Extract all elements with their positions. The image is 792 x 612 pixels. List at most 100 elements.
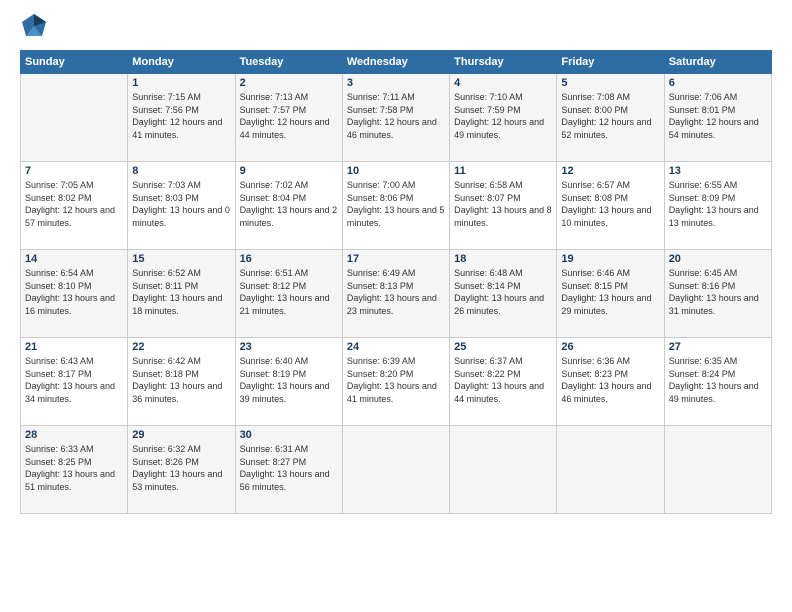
sunrise-text: Sunrise: 6:57 AM	[561, 179, 659, 192]
calendar-cell: 6 Sunrise: 7:06 AM Sunset: 8:01 PM Dayli…	[664, 74, 771, 162]
sunrise-text: Sunrise: 7:00 AM	[347, 179, 445, 192]
cell-text: Sunrise: 6:36 AM Sunset: 8:23 PM Dayligh…	[561, 355, 659, 405]
calendar-cell: 17 Sunrise: 6:49 AM Sunset: 8:13 PM Dayl…	[342, 250, 449, 338]
daylight-text: Daylight: 13 hours and 10 minutes.	[561, 204, 659, 229]
calendar-cell: 26 Sunrise: 6:36 AM Sunset: 8:23 PM Dayl…	[557, 338, 664, 426]
calendar-cell	[664, 426, 771, 514]
day-number: 1	[132, 77, 230, 89]
calendar-week-row: 1 Sunrise: 7:15 AM Sunset: 7:56 PM Dayli…	[21, 74, 772, 162]
sunrise-text: Sunrise: 7:15 AM	[132, 91, 230, 104]
calendar-cell: 5 Sunrise: 7:08 AM Sunset: 8:00 PM Dayli…	[557, 74, 664, 162]
day-number: 3	[347, 77, 445, 89]
cell-text: Sunrise: 6:37 AM Sunset: 8:22 PM Dayligh…	[454, 355, 552, 405]
daylight-text: Daylight: 12 hours and 52 minutes.	[561, 116, 659, 141]
calendar-cell: 7 Sunrise: 7:05 AM Sunset: 8:02 PM Dayli…	[21, 162, 128, 250]
header	[20, 16, 772, 40]
cell-text: Sunrise: 7:08 AM Sunset: 8:00 PM Dayligh…	[561, 91, 659, 141]
sunset-text: Sunset: 8:18 PM	[132, 368, 230, 381]
day-number: 9	[240, 165, 338, 177]
calendar-cell: 30 Sunrise: 6:31 AM Sunset: 8:27 PM Dayl…	[235, 426, 342, 514]
sunset-text: Sunset: 8:13 PM	[347, 280, 445, 293]
day-number: 14	[25, 253, 123, 265]
sunset-text: Sunset: 7:57 PM	[240, 104, 338, 117]
sunrise-text: Sunrise: 6:35 AM	[669, 355, 767, 368]
sunrise-text: Sunrise: 7:08 AM	[561, 91, 659, 104]
sunrise-text: Sunrise: 7:06 AM	[669, 91, 767, 104]
sunrise-text: Sunrise: 7:03 AM	[132, 179, 230, 192]
sunrise-text: Sunrise: 6:52 AM	[132, 267, 230, 280]
calendar-cell: 15 Sunrise: 6:52 AM Sunset: 8:11 PM Dayl…	[128, 250, 235, 338]
cell-text: Sunrise: 7:06 AM Sunset: 8:01 PM Dayligh…	[669, 91, 767, 141]
day-number: 16	[240, 253, 338, 265]
cell-text: Sunrise: 7:13 AM Sunset: 7:57 PM Dayligh…	[240, 91, 338, 141]
daylight-text: Daylight: 13 hours and 18 minutes.	[132, 292, 230, 317]
day-number: 11	[454, 165, 552, 177]
sunrise-text: Sunrise: 7:10 AM	[454, 91, 552, 104]
sunrise-text: Sunrise: 6:45 AM	[669, 267, 767, 280]
sunrise-text: Sunrise: 6:36 AM	[561, 355, 659, 368]
col-saturday: Saturday	[664, 51, 771, 74]
cell-text: Sunrise: 6:33 AM Sunset: 8:25 PM Dayligh…	[25, 443, 123, 493]
sunset-text: Sunset: 8:17 PM	[25, 368, 123, 381]
daylight-text: Daylight: 12 hours and 41 minutes.	[132, 116, 230, 141]
sunset-text: Sunset: 8:24 PM	[669, 368, 767, 381]
sunrise-text: Sunrise: 6:49 AM	[347, 267, 445, 280]
day-number: 8	[132, 165, 230, 177]
sunset-text: Sunset: 8:19 PM	[240, 368, 338, 381]
daylight-text: Daylight: 12 hours and 57 minutes.	[25, 204, 123, 229]
day-number: 15	[132, 253, 230, 265]
calendar-cell: 27 Sunrise: 6:35 AM Sunset: 8:24 PM Dayl…	[664, 338, 771, 426]
day-number: 28	[25, 429, 123, 441]
day-number: 27	[669, 341, 767, 353]
col-monday: Monday	[128, 51, 235, 74]
daylight-text: Daylight: 13 hours and 2 minutes.	[240, 204, 338, 229]
sunset-text: Sunset: 8:07 PM	[454, 192, 552, 205]
calendar-cell: 4 Sunrise: 7:10 AM Sunset: 7:59 PM Dayli…	[450, 74, 557, 162]
sunset-text: Sunset: 8:26 PM	[132, 456, 230, 469]
day-number: 17	[347, 253, 445, 265]
sunrise-text: Sunrise: 6:33 AM	[25, 443, 123, 456]
day-number: 10	[347, 165, 445, 177]
day-number: 30	[240, 429, 338, 441]
daylight-text: Daylight: 13 hours and 26 minutes.	[454, 292, 552, 317]
col-thursday: Thursday	[450, 51, 557, 74]
daylight-text: Daylight: 12 hours and 49 minutes.	[454, 116, 552, 141]
sunrise-text: Sunrise: 6:55 AM	[669, 179, 767, 192]
cell-text: Sunrise: 6:32 AM Sunset: 8:26 PM Dayligh…	[132, 443, 230, 493]
sunrise-text: Sunrise: 6:40 AM	[240, 355, 338, 368]
calendar-cell: 8 Sunrise: 7:03 AM Sunset: 8:03 PM Dayli…	[128, 162, 235, 250]
daylight-text: Daylight: 13 hours and 39 minutes.	[240, 380, 338, 405]
daylight-text: Daylight: 13 hours and 46 minutes.	[561, 380, 659, 405]
day-number: 18	[454, 253, 552, 265]
sunset-text: Sunset: 8:11 PM	[132, 280, 230, 293]
col-friday: Friday	[557, 51, 664, 74]
day-number: 26	[561, 341, 659, 353]
logo-icon	[20, 12, 48, 40]
calendar-cell: 13 Sunrise: 6:55 AM Sunset: 8:09 PM Dayl…	[664, 162, 771, 250]
day-number: 6	[669, 77, 767, 89]
sunrise-text: Sunrise: 6:37 AM	[454, 355, 552, 368]
cell-text: Sunrise: 6:51 AM Sunset: 8:12 PM Dayligh…	[240, 267, 338, 317]
day-number: 25	[454, 341, 552, 353]
sunrise-text: Sunrise: 7:02 AM	[240, 179, 338, 192]
calendar-page: Sunday Monday Tuesday Wednesday Thursday…	[0, 0, 792, 612]
calendar-week-row: 21 Sunrise: 6:43 AM Sunset: 8:17 PM Dayl…	[21, 338, 772, 426]
cell-text: Sunrise: 7:11 AM Sunset: 7:58 PM Dayligh…	[347, 91, 445, 141]
calendar-cell	[21, 74, 128, 162]
sunrise-text: Sunrise: 7:13 AM	[240, 91, 338, 104]
sunrise-text: Sunrise: 6:46 AM	[561, 267, 659, 280]
calendar-cell: 9 Sunrise: 7:02 AM Sunset: 8:04 PM Dayli…	[235, 162, 342, 250]
day-number: 21	[25, 341, 123, 353]
day-number: 7	[25, 165, 123, 177]
cell-text: Sunrise: 6:43 AM Sunset: 8:17 PM Dayligh…	[25, 355, 123, 405]
calendar-cell: 12 Sunrise: 6:57 AM Sunset: 8:08 PM Dayl…	[557, 162, 664, 250]
daylight-text: Daylight: 13 hours and 44 minutes.	[454, 380, 552, 405]
cell-text: Sunrise: 7:15 AM Sunset: 7:56 PM Dayligh…	[132, 91, 230, 141]
day-number: 13	[669, 165, 767, 177]
sunset-text: Sunset: 8:15 PM	[561, 280, 659, 293]
daylight-text: Daylight: 12 hours and 54 minutes.	[669, 116, 767, 141]
calendar-cell: 11 Sunrise: 6:58 AM Sunset: 8:07 PM Dayl…	[450, 162, 557, 250]
day-number: 12	[561, 165, 659, 177]
cell-text: Sunrise: 7:05 AM Sunset: 8:02 PM Dayligh…	[25, 179, 123, 229]
daylight-text: Daylight: 13 hours and 5 minutes.	[347, 204, 445, 229]
